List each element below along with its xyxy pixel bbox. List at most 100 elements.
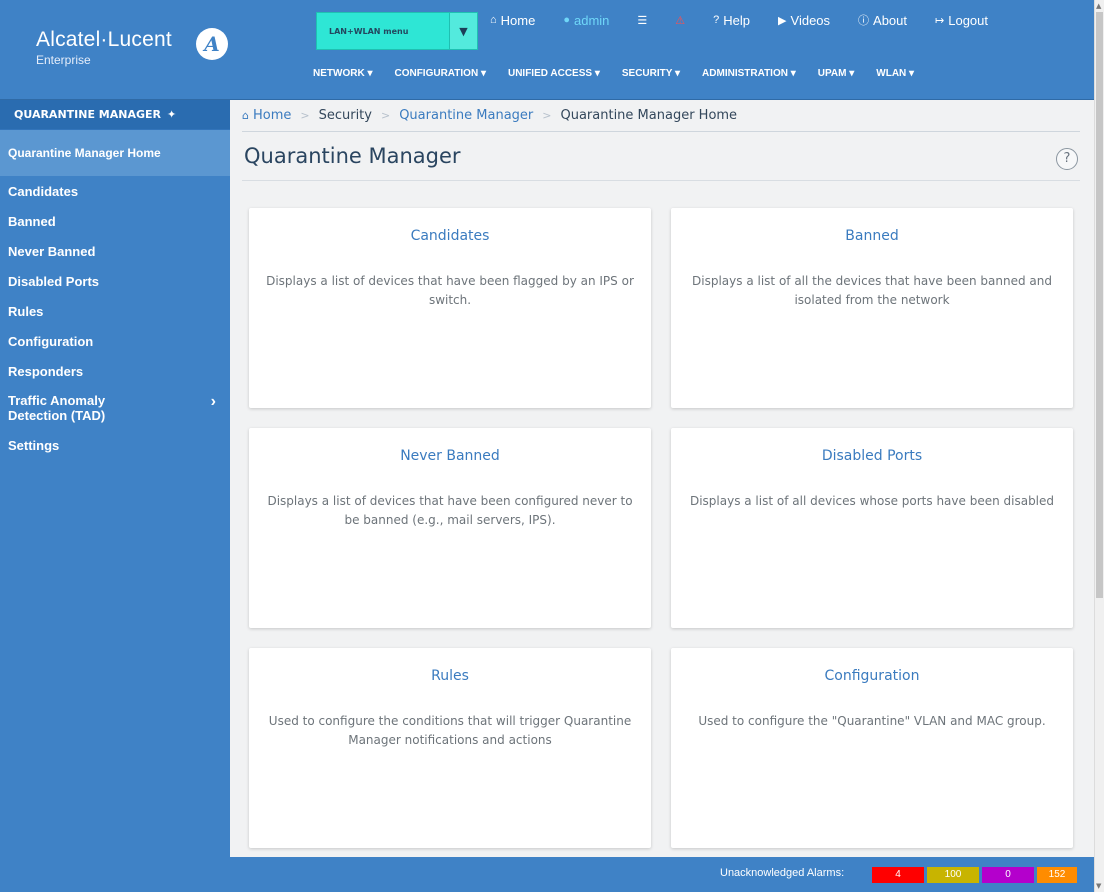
alarm-minor-badge[interactable]: 0: [982, 867, 1034, 883]
sidebar-title: QUARANTINE MANAGER ✦: [0, 100, 230, 130]
chevron-right-icon: ›: [210, 393, 216, 410]
breadcrumb-security: Security: [318, 108, 372, 123]
sidebar-item-label: Configuration: [8, 333, 94, 349]
breadcrumb-current: Quarantine Manager Home: [560, 108, 738, 123]
video-icon: ▶: [778, 14, 787, 27]
card-description: Displays a list of all devices whose por…: [689, 494, 1055, 508]
page-title: Quarantine Manager: [244, 144, 461, 168]
card-title[interactable]: Banned: [671, 228, 1073, 244]
alarm-critical-badge[interactable]: 4: [872, 867, 924, 883]
breadcrumb: ⌂ Home > Security > Quarantine Manager >…: [242, 100, 1080, 132]
sidebar-item-label: Rules: [8, 303, 44, 319]
top-link-admin[interactable]: ● admin: [563, 12, 609, 28]
home-icon: ⌂: [490, 14, 497, 26]
sidebar-item-label: Quarantine Manager Home: [8, 145, 161, 160]
info-icon: ⓘ: [858, 15, 870, 27]
card-description: Displays a list of all the devices that …: [692, 274, 1052, 307]
sidebar-item-quarantine-manager-home[interactable]: Quarantine Manager Home: [0, 130, 230, 176]
user-icon: ●: [563, 14, 570, 26]
card-title[interactable]: Configuration: [671, 668, 1073, 684]
top-link-videos[interactable]: ▶ Videos: [778, 12, 830, 28]
card-configuration[interactable]: Configuration Used to configure the "Qua…: [671, 648, 1073, 848]
nav-unified-access[interactable]: UNIFIED ACCESS ▾: [508, 68, 600, 79]
top-link-about[interactable]: ⓘ About: [858, 12, 907, 28]
status-footer: Unacknowledged Alarms: 4 100 0 152: [0, 857, 1094, 892]
sidebar-title-label: QUARANTINE MANAGER: [14, 108, 161, 121]
top-link-logout[interactable]: ↦ Logout: [935, 12, 988, 28]
card-rules[interactable]: Rules Used to configure the conditions t…: [249, 648, 651, 848]
card-description: Used to configure the "Quarantine" VLAN …: [698, 714, 1046, 728]
sidebar-item-never-banned[interactable]: Never Banned: [0, 236, 230, 266]
card-disabled-ports[interactable]: Disabled Ports Displays a list of all de…: [671, 428, 1073, 628]
top-link-alarms[interactable]: ⚠: [675, 12, 685, 28]
sidebar-item-candidates[interactable]: Candidates: [0, 176, 230, 206]
menu-mode-select[interactable]: LAN+WLAN menu ▼: [316, 12, 478, 50]
sidebar-item-banned[interactable]: Banned: [0, 206, 230, 236]
nav-wlan[interactable]: WLAN ▾: [876, 68, 914, 79]
brand-name: Alcatel·Lucent: [36, 28, 172, 51]
scroll-up-icon[interactable]: ▲: [1096, 2, 1101, 10]
sidebar-item-rules[interactable]: Rules: [0, 296, 230, 326]
brand-logo-text[interactable]: Alcatel·Lucent Enterprise: [36, 28, 172, 67]
sidebar-item-label: Never Banned: [8, 243, 96, 259]
app-header: Alcatel·Lucent Enterprise A LAN+WLAN men…: [0, 0, 1094, 100]
top-link-home[interactable]: ⌂ Home: [490, 12, 535, 28]
sidebar-item-settings[interactable]: Settings: [0, 430, 230, 460]
sidebar-item-label: Traffic Anomaly Detection (TAD): [8, 393, 106, 423]
nav-security[interactable]: SECURITY ▾: [622, 68, 680, 79]
top-link-list[interactable]: ☰: [637, 12, 647, 28]
card-candidates[interactable]: Candidates Displays a list of devices th…: [249, 208, 651, 408]
breadcrumb-separator: >: [380, 109, 391, 122]
home-icon: ⌂: [242, 109, 249, 122]
breadcrumb-quarantine-manager[interactable]: Quarantine Manager: [399, 108, 533, 123]
brand-subtitle: Enterprise: [36, 53, 91, 67]
sidebar-item-tad[interactable]: Traffic Anomaly Detection (TAD) ›: [0, 386, 230, 430]
nav-upam[interactable]: UPAM ▾: [818, 68, 855, 79]
page-scrollbar[interactable]: ▲ ▼: [1094, 0, 1104, 892]
sidebar-item-responders[interactable]: Responders: [0, 356, 230, 386]
top-link-home-label: Home: [500, 12, 536, 28]
card-title[interactable]: Candidates: [249, 228, 651, 244]
alarm-warning-badge[interactable]: 152: [1037, 867, 1077, 883]
card-description: Displays a list of devices that have bee…: [266, 274, 634, 307]
sidebar: QUARANTINE MANAGER ✦ Quarantine Manager …: [0, 100, 230, 857]
top-link-about-label: About: [873, 12, 908, 28]
main-nav: NETWORK ▾ CONFIGURATION ▾ UNIFIED ACCESS…: [313, 68, 936, 79]
main-content: ⌂ Home > Security > Quarantine Manager >…: [230, 100, 1094, 857]
card-title[interactable]: Rules: [249, 668, 651, 684]
scrollbar-thumb[interactable]: [1096, 12, 1103, 598]
menu-mode-value: LAN+WLAN menu: [329, 26, 409, 36]
logout-icon: ↦: [935, 14, 945, 27]
card-description: Used to configure the conditions that wi…: [268, 714, 632, 747]
breadcrumb-home[interactable]: Home: [253, 108, 291, 123]
alarm-bell-icon: ⚠: [675, 14, 686, 27]
breadcrumb-separator: >: [300, 109, 310, 122]
top-links: ⌂ Home ● admin ☰ ⚠ ? Help ▶ Videos ⓘ Abo…: [490, 12, 988, 28]
divider: [242, 180, 1080, 181]
pin-icon[interactable]: ✦: [167, 108, 176, 121]
top-link-videos-label: Videos: [790, 12, 831, 28]
sidebar-item-label: Disabled Ports: [8, 273, 100, 289]
sidebar-item-label: Responders: [8, 363, 84, 379]
card-banned[interactable]: Banned Displays a list of all the device…: [671, 208, 1073, 408]
nav-administration[interactable]: ADMINISTRATION ▾: [702, 68, 796, 79]
top-link-help-label: Help: [723, 12, 751, 28]
card-never-banned[interactable]: Never Banned Displays a list of devices …: [249, 428, 651, 628]
card-title[interactable]: Disabled Ports: [671, 448, 1073, 464]
top-link-help[interactable]: ? Help: [713, 12, 750, 28]
sidebar-item-label: Candidates: [8, 183, 79, 199]
top-link-admin-label: admin: [574, 12, 610, 28]
alarm-major-badge[interactable]: 100: [927, 867, 979, 883]
scroll-down-icon[interactable]: ▼: [1096, 882, 1101, 890]
card-title[interactable]: Never Banned: [249, 448, 651, 464]
help-icon[interactable]: ?: [1056, 148, 1078, 170]
question-icon: ?: [713, 14, 720, 26]
sidebar-item-label: Settings: [8, 437, 60, 453]
brand-logo-icon: A: [196, 28, 228, 60]
sidebar-item-configuration[interactable]: Configuration: [0, 326, 230, 356]
chevron-down-icon[interactable]: ▼: [449, 13, 477, 49]
top-link-logout-label: Logout: [948, 12, 988, 28]
nav-configuration[interactable]: CONFIGURATION ▾: [394, 68, 486, 79]
sidebar-item-disabled-ports[interactable]: Disabled Ports: [0, 266, 230, 296]
nav-network[interactable]: NETWORK ▾: [313, 68, 372, 79]
